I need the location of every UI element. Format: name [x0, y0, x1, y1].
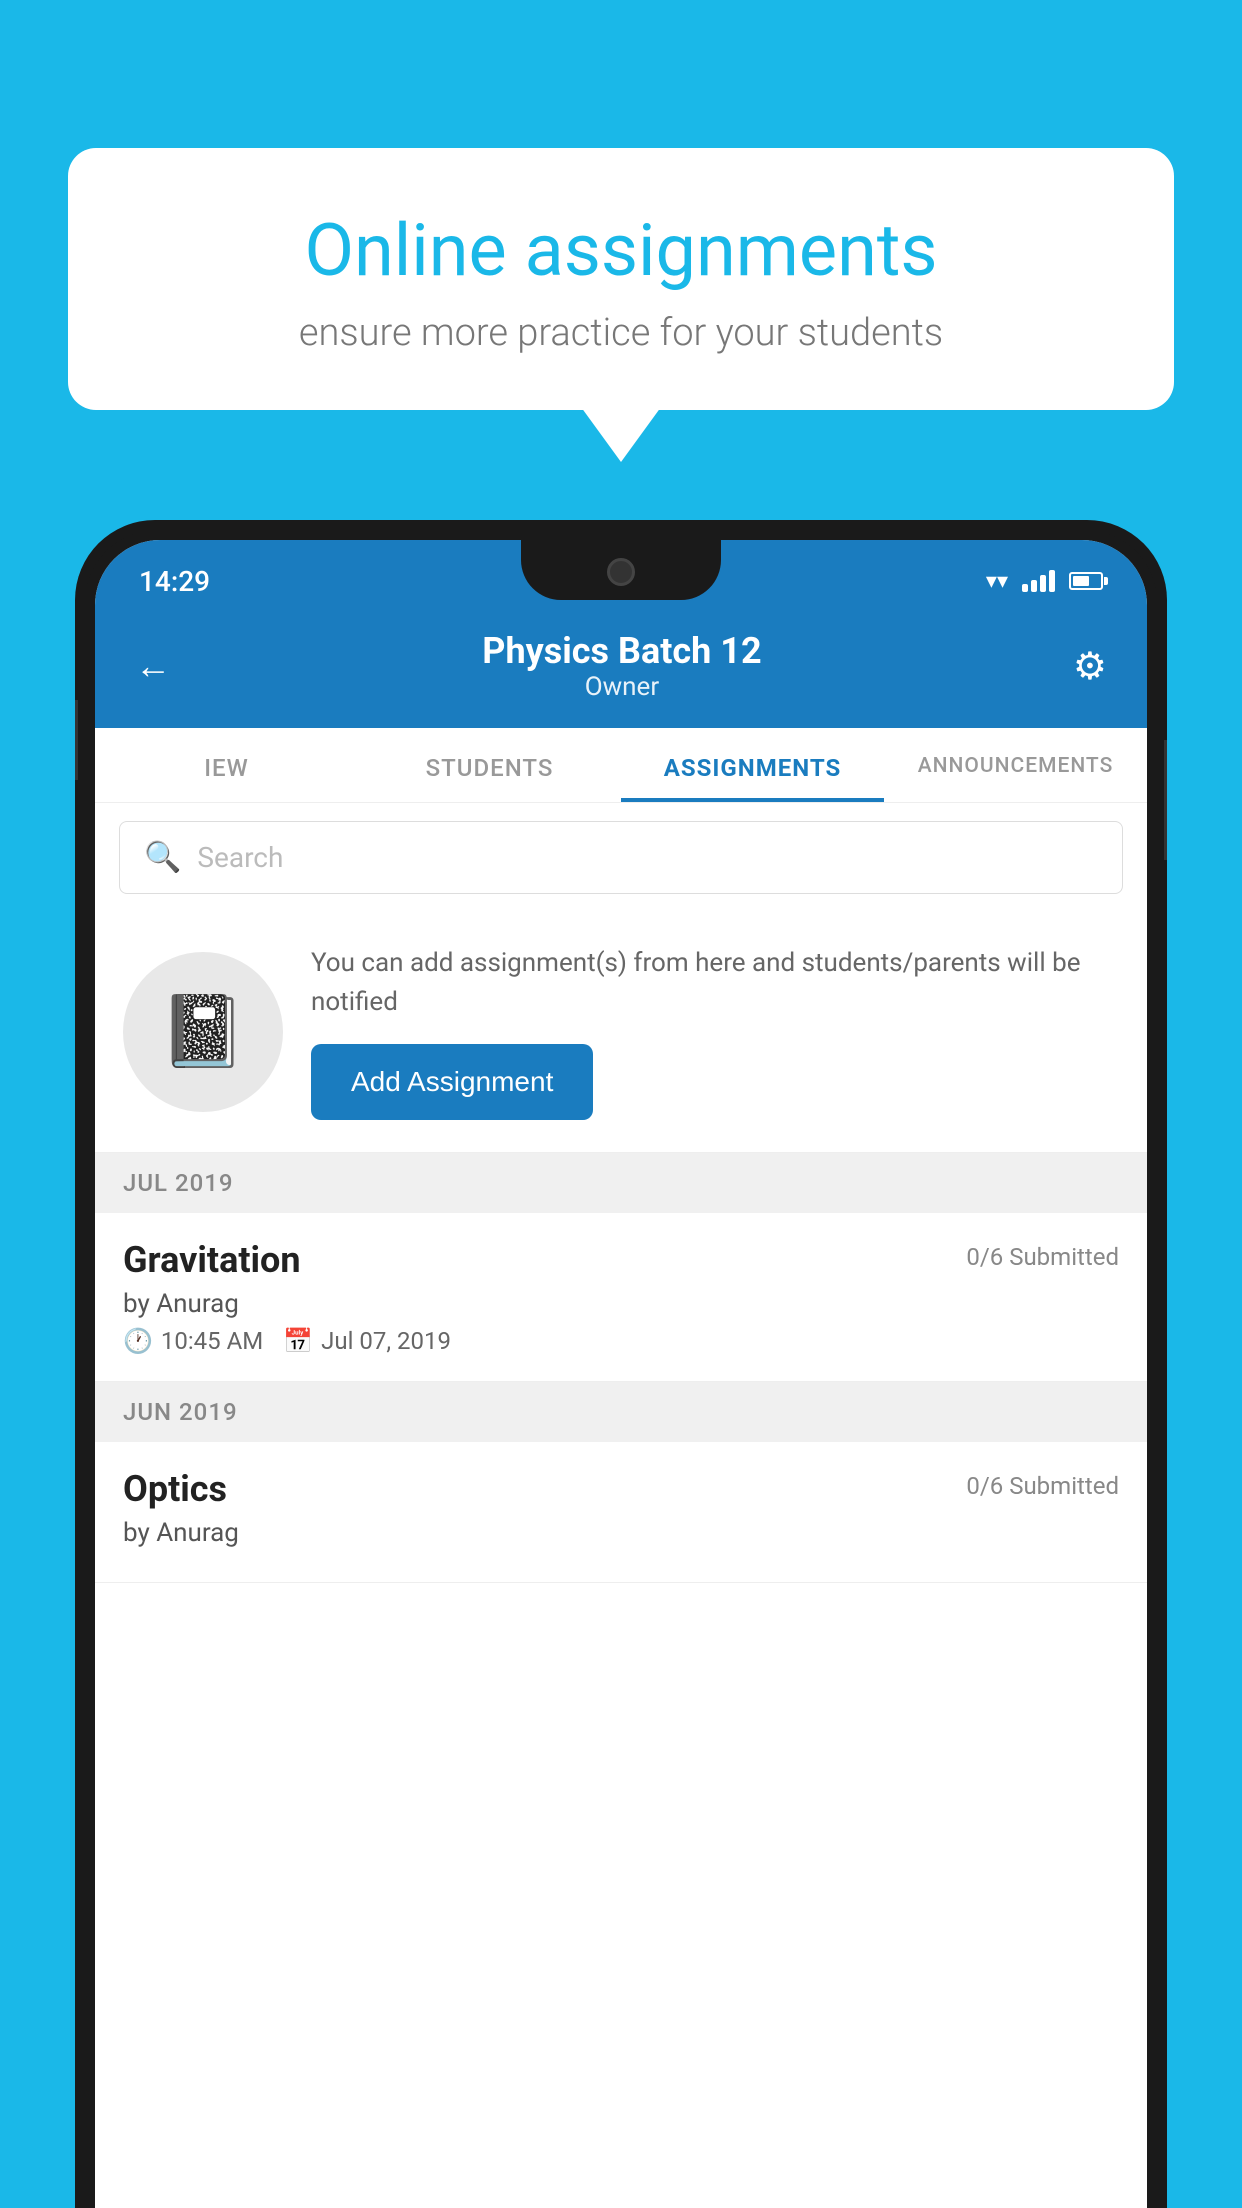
header-title: Physics Batch 12	[482, 630, 761, 672]
section-jul-2019: JUL 2019	[95, 1153, 1147, 1213]
assignment-gravitation-meta: 🕐 10:45 AM 📅 Jul 07, 2019	[123, 1327, 1119, 1355]
side-button-right	[1164, 740, 1167, 860]
tab-announcements[interactable]: ANNOUNCEMENTS	[884, 728, 1147, 802]
side-button-left	[75, 700, 78, 780]
signal-icon	[1022, 570, 1055, 592]
status-icons: ▾▾	[986, 569, 1103, 594]
back-button[interactable]: ←	[135, 645, 171, 687]
assignment-gravitation-author: by Anurag	[123, 1289, 1119, 1319]
assignment-optics[interactable]: Optics 0/6 Submitted by Anurag	[95, 1442, 1147, 1583]
tab-assignments[interactable]: ASSIGNMENTS	[621, 728, 884, 802]
assignment-time: 10:45 AM	[161, 1327, 263, 1355]
section-label-jun: JUN 2019	[123, 1398, 238, 1426]
bubble-subtitle: ensure more practice for your students	[138, 311, 1104, 355]
bubble-title: Online assignments	[138, 208, 1104, 293]
tab-iew[interactable]: IEW	[95, 728, 358, 802]
clock-icon: 🕐	[123, 1327, 153, 1355]
tabs-bar: IEW STUDENTS ASSIGNMENTS ANNOUNCEMENTS	[95, 728, 1147, 803]
search-container: 🔍 Search	[95, 803, 1147, 912]
info-section: 📓 You can add assignment(s) from here an…	[95, 912, 1147, 1153]
settings-icon[interactable]: ⚙	[1073, 644, 1107, 689]
notch	[521, 540, 721, 600]
section-label-jul: JUL 2019	[123, 1169, 234, 1197]
header-subtitle: Owner	[482, 672, 761, 702]
speech-bubble: Online assignments ensure more practice …	[68, 148, 1174, 410]
assignment-gravitation-submitted: 0/6 Submitted	[966, 1243, 1119, 1271]
battery-icon	[1069, 572, 1103, 590]
assignment-optics-name: Optics	[123, 1468, 227, 1510]
meta-date: 📅 Jul 07, 2019	[283, 1327, 451, 1355]
section-jun-2019: JUN 2019	[95, 1382, 1147, 1442]
phone-inner: 14:29 ▾▾	[85, 530, 1157, 2208]
header-center: Physics Batch 12 Owner	[482, 630, 761, 702]
phone-frame: 14:29 ▾▾	[75, 520, 1167, 2208]
status-time: 14:29	[139, 565, 210, 598]
assignment-optics-author: by Anurag	[123, 1518, 1119, 1548]
camera	[607, 558, 635, 586]
add-assignment-button[interactable]: Add Assignment	[311, 1044, 593, 1120]
assignment-gravitation-top: Gravitation 0/6 Submitted	[123, 1239, 1119, 1281]
calendar-icon: 📅	[283, 1327, 313, 1355]
tab-students[interactable]: STUDENTS	[358, 728, 621, 802]
screen: 14:29 ▾▾	[95, 540, 1147, 2208]
info-description: You can add assignment(s) from here and …	[311, 944, 1119, 1022]
meta-time: 🕐 10:45 AM	[123, 1327, 263, 1355]
assignment-optics-top: Optics 0/6 Submitted	[123, 1468, 1119, 1510]
search-icon: 🔍	[144, 840, 181, 875]
search-bar[interactable]: 🔍 Search	[119, 821, 1123, 894]
assignment-gravitation[interactable]: Gravitation 0/6 Submitted by Anurag 🕐 10…	[95, 1213, 1147, 1382]
speech-bubble-container: Online assignments ensure more practice …	[68, 148, 1174, 410]
assignment-gravitation-name: Gravitation	[123, 1239, 301, 1281]
notebook-icon: 📓	[159, 991, 246, 1073]
wifi-icon: ▾▾	[986, 569, 1008, 594]
search-placeholder: Search	[197, 841, 283, 874]
assignment-date: Jul 07, 2019	[321, 1327, 451, 1355]
app-header: ← Physics Batch 12 Owner ⚙	[95, 608, 1147, 728]
info-right: You can add assignment(s) from here and …	[311, 944, 1119, 1120]
assignment-icon-circle: 📓	[123, 952, 283, 1112]
assignment-optics-submitted: 0/6 Submitted	[966, 1472, 1119, 1500]
